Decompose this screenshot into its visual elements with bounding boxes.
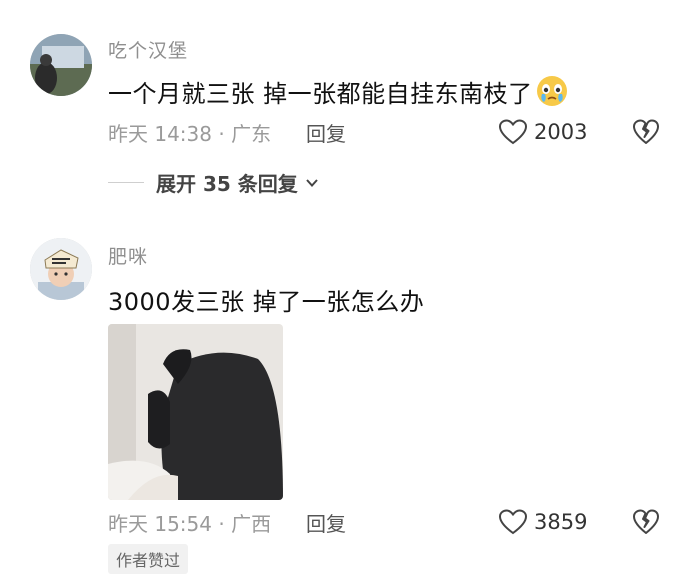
expand-replies-label: 展开 35 条回复: [156, 172, 298, 196]
comment-text: 3000发三张 掉了一张怎么办: [108, 288, 425, 316]
avatar[interactable]: [30, 34, 92, 96]
like-button[interactable]: 2003: [498, 118, 587, 146]
broken-heart-icon[interactable]: [632, 508, 660, 536]
comment-time-location: 昨天 14:38 · 广东: [108, 122, 272, 146]
username[interactable]: 吃个汉堡: [108, 36, 188, 63]
comment-meta: 昨天 14:38 · 广东 回复 2003: [108, 118, 660, 148]
chevron-down-icon: [306, 178, 318, 187]
crying-face-icon: [536, 76, 567, 106]
comment-meta: 昨天 15:54 · 广西 回复 3859: [108, 508, 660, 538]
broken-heart-icon[interactable]: [632, 118, 660, 146]
like-count: 2003: [534, 120, 588, 144]
divider: [108, 182, 144, 183]
avatar[interactable]: [30, 238, 92, 300]
comment-text: 一个月就三张 掉一张都能自挂东南枝了: [108, 74, 569, 109]
comment-time-location: 昨天 15:54 · 广西: [108, 512, 272, 536]
username[interactable]: 肥咪: [108, 242, 148, 269]
heart-icon: [498, 119, 528, 145]
author-liked-badge: 作者赞过: [108, 544, 189, 574]
comment-image[interactable]: [108, 324, 283, 500]
reply-button[interactable]: 回复: [306, 118, 346, 147]
like-count: 3859: [534, 510, 588, 534]
comment-item: 肥咪 3000发三张 掉了一张怎么办 昨天 15:54 · 广西 回复 3859…: [0, 228, 690, 584]
reply-button[interactable]: 回复: [306, 508, 346, 537]
heart-icon: [498, 509, 528, 535]
comment-text-content: 一个月就三张 掉一张都能自挂东南枝了: [108, 80, 533, 108]
like-button[interactable]: 3859: [498, 508, 587, 536]
expand-replies-button[interactable]: 展开 35 条回复: [108, 168, 320, 197]
comment-item: 吃个汉堡 一个月就三张 掉一张都能自挂东南枝了 昨天 14:38 · 广东 回复…: [0, 0, 690, 210]
